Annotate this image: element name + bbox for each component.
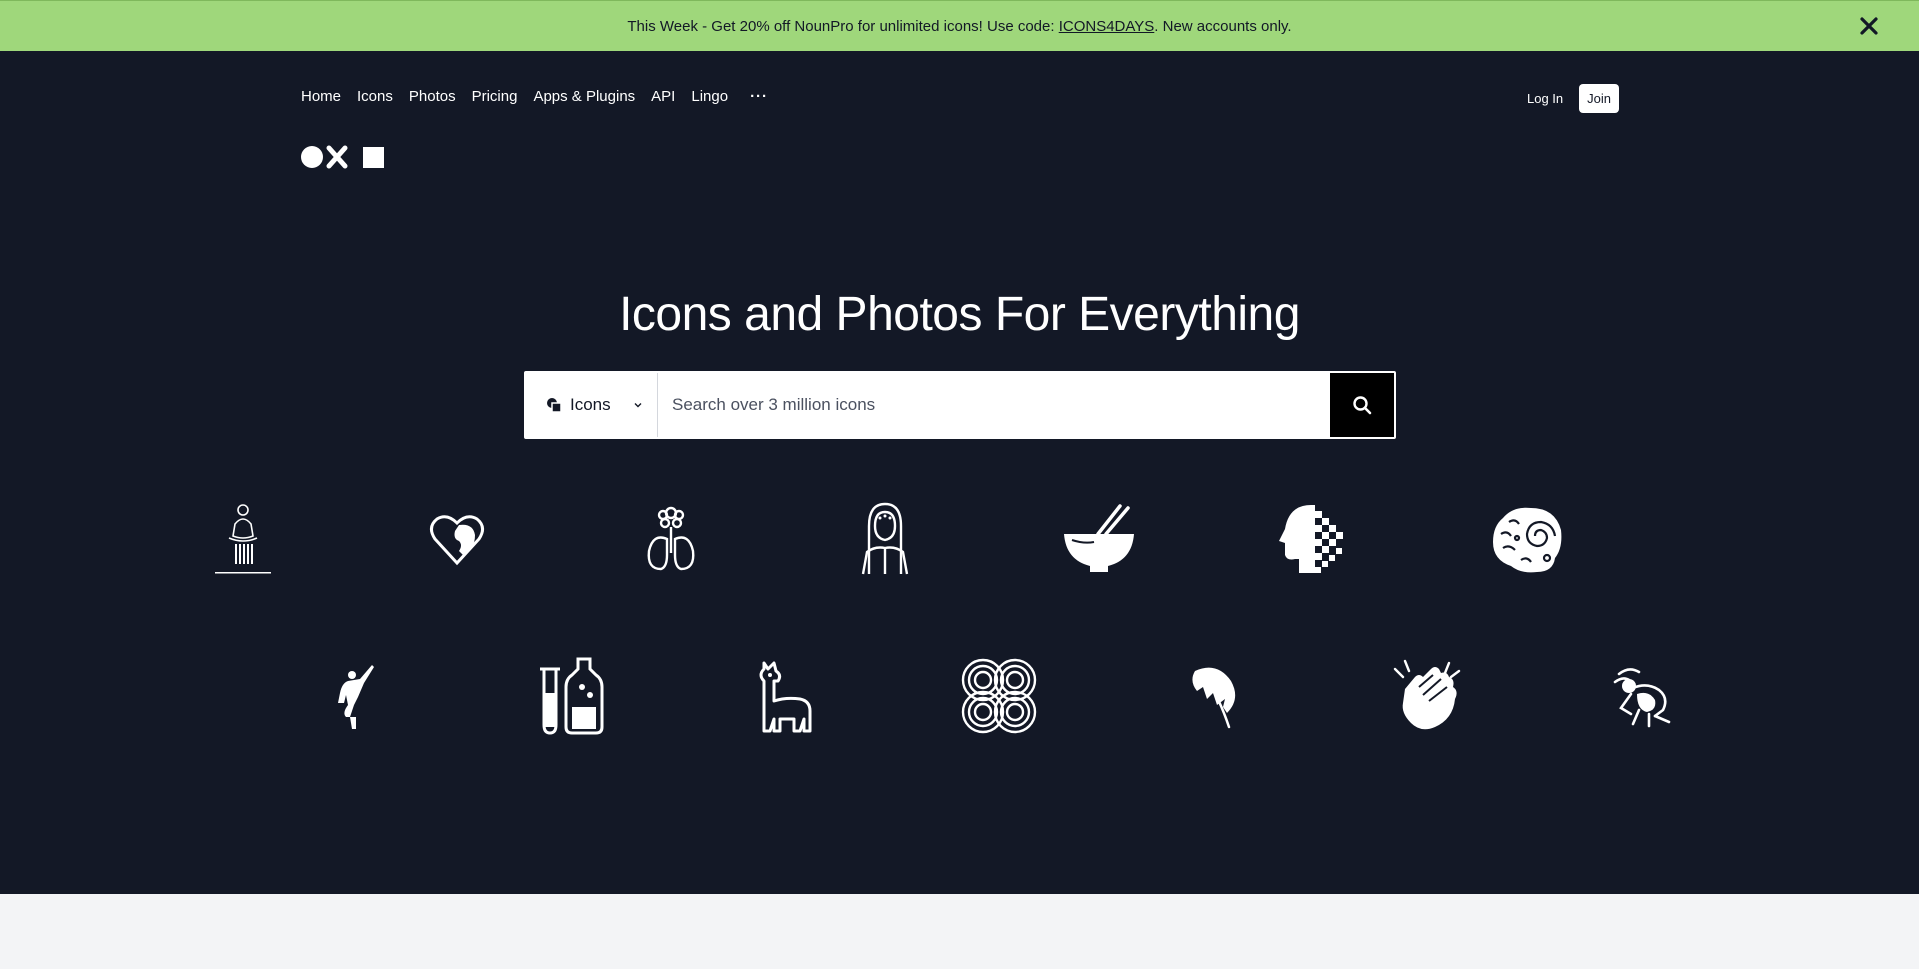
featured-icon-hooded-woman[interactable] xyxy=(843,497,927,581)
promo-banner: This Week - Get 20% off NounPro for unli… xyxy=(0,0,1919,51)
noun-project-logo[interactable] xyxy=(301,145,389,169)
pixel-head-icon xyxy=(1279,505,1343,573)
featured-icon-dancer[interactable] xyxy=(314,654,398,738)
main-nav: Home Icons Photos Pricing Apps & Plugins… xyxy=(301,88,768,105)
featured-icon-meditating-figure[interactable] xyxy=(201,497,285,581)
search-type-label: Icons xyxy=(570,395,611,414)
join-button[interactable]: Join xyxy=(1579,84,1619,113)
monstera-leaf-icon xyxy=(1192,667,1236,729)
search-bar: Icons xyxy=(524,371,1396,439)
clapping-hands-icon xyxy=(1393,659,1461,730)
promo-code-link[interactable]: ICONS4DAYS xyxy=(1059,18,1155,35)
search-input[interactable] xyxy=(658,373,1330,437)
stylized-figure-icon xyxy=(1613,668,1671,728)
featured-icon-clapping-hands[interactable] xyxy=(1385,654,1469,738)
hooded-woman-icon xyxy=(861,502,909,575)
bowl-chopsticks-icon xyxy=(1064,504,1134,572)
lungs-flower-icon xyxy=(647,506,695,571)
featured-icon-spiral-knot[interactable] xyxy=(957,654,1041,738)
close-icon[interactable] xyxy=(1857,14,1881,38)
page-title: Icons and Photos For Everything xyxy=(619,288,1300,341)
nav-photos[interactable]: Photos xyxy=(409,88,456,105)
featured-icon-bowl-chopsticks[interactable] xyxy=(1057,497,1141,581)
nav-pricing[interactable]: Pricing xyxy=(472,88,518,105)
nav-icons[interactable]: Icons xyxy=(357,88,393,105)
content-area-below-hero xyxy=(0,894,1919,969)
test-tube-bottle-icon xyxy=(540,657,604,735)
nav-home[interactable]: Home xyxy=(301,88,341,105)
brain-spiral-icon xyxy=(1493,507,1562,573)
nav-lingo[interactable]: Lingo xyxy=(691,88,728,105)
auth-area: Log In Join xyxy=(1527,84,1619,113)
featured-icon-stylized-figure[interactable] xyxy=(1600,654,1684,738)
featured-icon-pixel-head[interactable] xyxy=(1272,497,1356,581)
search-button[interactable] xyxy=(1330,373,1394,437)
promo-text: This Week - Get 20% off NounPro for unli… xyxy=(627,17,1292,35)
featured-icon-heart-face[interactable] xyxy=(415,497,499,581)
spiral-knot-icon xyxy=(961,658,1037,734)
search-icon xyxy=(1353,396,1372,415)
nav-api[interactable]: API xyxy=(651,88,675,105)
dancer-icon xyxy=(338,665,374,729)
featured-icon-brain-spiral[interactable] xyxy=(1485,497,1569,581)
heart-face-icon xyxy=(430,515,484,566)
featured-icon-monstera-leaf[interactable] xyxy=(1171,654,1255,738)
meditating-figure-icon xyxy=(215,504,271,574)
nav-apps-plugins[interactable]: Apps & Plugins xyxy=(533,88,635,105)
featured-icon-lungs-flower[interactable] xyxy=(629,497,713,581)
chevron-down-icon xyxy=(634,403,642,408)
login-link[interactable]: Log In xyxy=(1527,91,1563,106)
icons-type-icon xyxy=(547,398,562,413)
more-menu-icon[interactable]: ··· xyxy=(750,88,768,105)
featured-icon-llama[interactable] xyxy=(743,654,827,738)
search-type-select[interactable]: Icons xyxy=(526,373,658,437)
hero-section: Home Icons Photos Pricing Apps & Plugins… xyxy=(0,51,1919,894)
featured-icon-test-tube-bottle[interactable] xyxy=(529,654,613,738)
llama-icon xyxy=(759,661,812,733)
